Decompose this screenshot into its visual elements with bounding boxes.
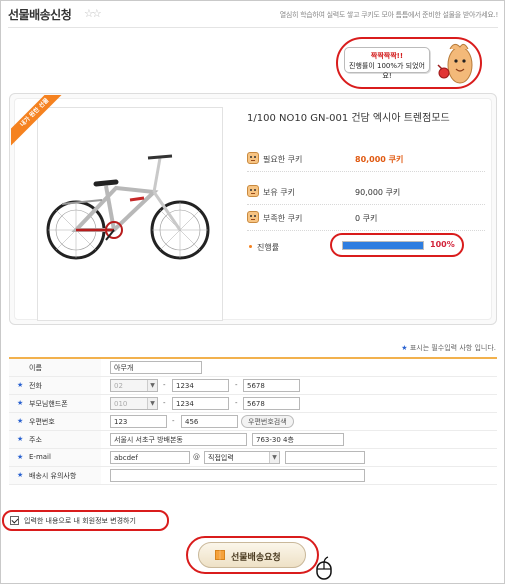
form-row-zip: ★ 우편번호 123 - 456 우편번호검색 xyxy=(9,413,497,431)
required-star-icon: ★ xyxy=(17,435,24,443)
speech-bubble: 짝짝짝짝!! 진행률이 100%가 되었어요! xyxy=(344,47,430,80)
request-shipping-button[interactable]: 선물배송요청 xyxy=(198,542,306,568)
address2-input[interactable]: 763-30 4층 xyxy=(252,433,344,446)
phone-label: 전화 xyxy=(29,382,42,390)
agree-label: 입력한 내용으로 내 회원정보 변경하기 xyxy=(24,517,136,525)
name-input[interactable]: 아무개 xyxy=(110,361,202,374)
product-photo xyxy=(37,107,223,321)
product-name: 1/100 NO10 GN-001 건담 엑시아 트렌점모드 xyxy=(247,113,450,124)
required-star-icon: ★ xyxy=(17,399,24,407)
page-title: 선물배송신청 xyxy=(8,8,72,22)
mobile-label: 부모님핸드폰 xyxy=(29,400,68,408)
cookie-face-icon xyxy=(247,211,259,223)
at-sign: @ xyxy=(193,453,200,461)
address1-input[interactable]: 서울시 서초구 방배본동 xyxy=(110,433,247,446)
congrats-highlight: 짝짝짝짝!! 진행률이 100%가 되었어요! xyxy=(336,37,482,89)
progress-fill xyxy=(343,242,423,249)
required-star-icon: ★ xyxy=(17,453,24,461)
required-star-icon: ★ xyxy=(17,381,24,389)
email-domain-select[interactable]: 직접입력 ▼ xyxy=(204,451,280,464)
owned-cookie-row: 보유 쿠키 90,000 쿠키 xyxy=(247,179,485,205)
name-label: 이름 xyxy=(29,364,42,372)
product-panel: 내가 원한 선물 1/100 NO10 GN-001 건담 엑시아 트렌점모드 … xyxy=(9,93,497,325)
progress-bar xyxy=(342,241,424,250)
form-row-phone: ★ 전화 02 ▼ - 1234 - 5678 xyxy=(9,377,497,395)
dash: - xyxy=(172,417,175,425)
mouse-cursor-icon xyxy=(316,556,332,580)
update-info-checkbox[interactable] xyxy=(10,516,19,525)
mobile-mid-input[interactable]: 1234 xyxy=(172,397,229,410)
phone-prefix-select[interactable]: 02 ▼ xyxy=(110,379,158,392)
bubble-line-2: 진행률이 100%가 되었어요! xyxy=(349,62,425,80)
row-label: 부족한 쿠키 xyxy=(263,214,303,223)
required-star-icon: ★ xyxy=(17,417,24,425)
email-id-input[interactable]: abcdef xyxy=(110,451,190,464)
phone-mid-input[interactable]: 1234 xyxy=(172,379,229,392)
chevron-down-icon: ▼ xyxy=(147,380,157,391)
mobile-prefix-select[interactable]: 010 ▼ xyxy=(110,397,158,410)
zip1-input[interactable]: 123 xyxy=(110,415,167,428)
zip-search-button[interactable]: 우편번호검색 xyxy=(241,415,294,428)
cookie-mascot-icon xyxy=(437,43,473,84)
row-value: 80,000 쿠키 xyxy=(355,155,404,164)
form-row-email: ★ E-mail abcdef @ 직접입력 ▼ xyxy=(9,449,497,467)
cookie-face-icon xyxy=(247,152,259,164)
row-value: 0 쿠키 xyxy=(355,214,378,223)
submit-label: 선물배송요청 xyxy=(231,553,281,563)
dash: - xyxy=(235,399,238,407)
dash: - xyxy=(163,381,166,389)
progress-label: 진행률 xyxy=(257,243,280,252)
shipping-form: 이름 아무개 ★ 전화 02 ▼ - 1234 - 5678 ★ 부모님핸드폰 010… xyxy=(9,357,497,485)
phone-last-input[interactable]: 5678 xyxy=(243,379,300,392)
dash: - xyxy=(235,381,238,389)
progress-highlight: 100% xyxy=(330,233,464,257)
row-label: 필요한 쿠키 xyxy=(263,155,303,164)
submit-highlight: 선물배송요청 xyxy=(186,536,319,574)
lacking-cookie-row: 부족한 쿠키 0 쿠키 xyxy=(247,205,485,231)
mobile-last-input[interactable]: 5678 xyxy=(243,397,300,410)
memo-input[interactable] xyxy=(110,469,365,482)
progress-percent: 100% xyxy=(430,240,455,249)
star-icons: ☆☆ xyxy=(84,7,102,20)
required-star-icon: ★ xyxy=(401,344,408,352)
required-cookie-row: 필요한 쿠키 80,000 쿠키 xyxy=(247,146,485,172)
header: 선물배송신청 ☆☆ 열심히 학습하여 실력도 쌓고 쿠키도 모아 틈틈에서 준비… xyxy=(8,6,498,26)
email-domain-input[interactable] xyxy=(285,451,365,464)
cookie-face-icon xyxy=(247,185,259,197)
header-divider xyxy=(8,27,498,28)
required-note-text: 표시는 필수입력 사항 입니다. xyxy=(409,344,496,352)
form-row-memo: ★ 배송시 유의사항 xyxy=(9,467,497,485)
bullet-icon xyxy=(249,245,252,248)
row-value: 90,000 쿠키 xyxy=(355,188,401,197)
chevron-down-icon: ▼ xyxy=(269,452,279,463)
form-row-mobile: ★ 부모님핸드폰 010 ▼ - 1234 - 5678 xyxy=(9,395,497,413)
required-star-icon: ★ xyxy=(17,471,24,479)
memo-label: 배송시 유의사항 xyxy=(29,472,77,480)
chevron-down-icon: ▼ xyxy=(147,398,157,409)
ribbon-text: 내가 원한 선물 xyxy=(18,96,51,129)
dash: - xyxy=(163,399,166,407)
bubble-line-1: 짝짝짝짝!! xyxy=(370,52,404,60)
email-label: E-mail xyxy=(29,453,51,461)
ribbon-badge: 내가 원한 선물 xyxy=(11,95,63,147)
address-label: 주소 xyxy=(29,436,42,444)
required-note: ★ 표시는 필수입력 사항 입니다. xyxy=(401,343,496,353)
bicycle-image xyxy=(46,154,210,260)
form-row-name: 이름 아무개 xyxy=(9,359,497,377)
zip2-input[interactable]: 456 xyxy=(181,415,238,428)
header-description: 열심히 학습하여 실력도 쌓고 쿠키도 모아 틈틈에서 준비한 설물을 받아가세… xyxy=(279,11,499,19)
gift-icon xyxy=(215,550,225,560)
form-row-address: ★ 주소 서울시 서초구 방배본동 763-30 4층 xyxy=(9,431,497,449)
zip-label: 우편번호 xyxy=(29,418,55,426)
row-label: 보유 쿠키 xyxy=(263,188,295,197)
agree-highlight: 입력한 내용으로 내 회원정보 변경하기 xyxy=(2,510,169,531)
